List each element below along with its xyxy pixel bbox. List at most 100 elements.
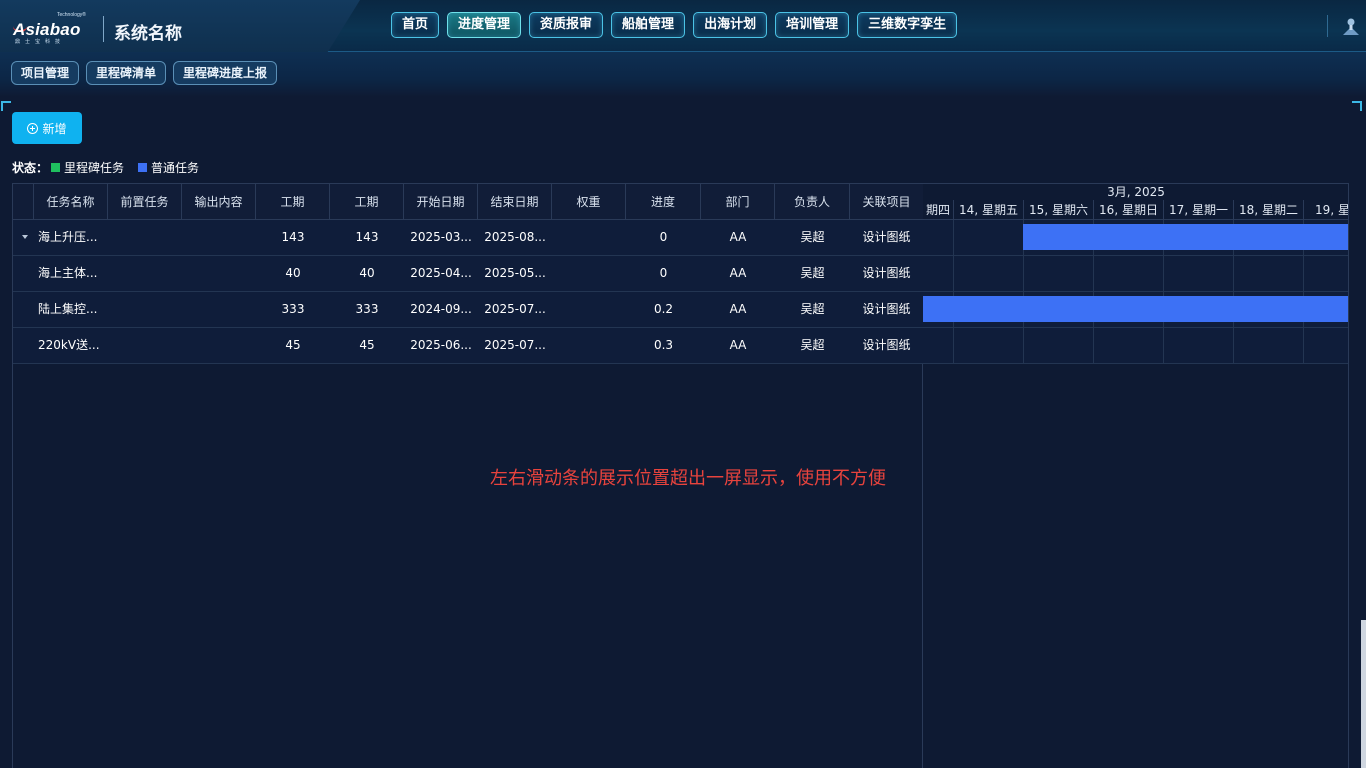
gantt-day-label: 19, 星期	[1303, 200, 1348, 220]
cell-name: 220kV送...	[38, 338, 100, 352]
gantt-gridline	[1233, 256, 1234, 291]
cell-d1: 45	[285, 338, 301, 352]
cell-owner: 吴超	[800, 266, 825, 280]
logo-tech-text: Technology®	[57, 12, 86, 18]
cell-progress: 0.3	[653, 338, 674, 352]
gantt-gridline	[953, 328, 954, 363]
header-start-date[interactable]: 开始日期	[404, 184, 478, 220]
logo-word: Asiabao	[13, 20, 81, 39]
cell-d2: 143	[355, 230, 379, 244]
gantt-day-label: 15, 星期六	[1023, 200, 1093, 220]
user-avatar-icon[interactable]	[1340, 16, 1362, 38]
legend-milestone-label: 里程碑任务	[64, 161, 125, 175]
sub-nav: 项目管理 里程碑清单 里程碑进度上报	[11, 61, 278, 85]
nav-training-management[interactable]: 培训管理	[775, 12, 850, 38]
cell-output	[182, 328, 256, 363]
cell-project: 设计图纸	[862, 338, 911, 352]
cell-owner: 吴超	[800, 230, 825, 244]
gantt-gridline	[1303, 328, 1304, 363]
cell-start: 2025-03...	[410, 230, 472, 244]
cell-d2: 40	[359, 266, 375, 280]
subnav-milestone-list[interactable]: 里程碑清单	[86, 61, 167, 85]
frame-corner-top-left	[1, 101, 11, 111]
cell-dept: AA	[729, 230, 747, 244]
header-weight[interactable]: 权重	[552, 184, 626, 220]
table-row[interactable]: 海上升压... 143 143 2025-03... 2025-08... 0 AA 吴超 设计…	[13, 220, 923, 256]
header-output[interactable]: 输出内容	[182, 184, 256, 220]
nav-sea-plan[interactable]: 出海计划	[693, 12, 768, 38]
cell-weight	[552, 220, 626, 255]
gantt-gridline	[953, 256, 954, 291]
cell-start: 2025-06...	[410, 338, 472, 352]
cell-name: 海上主体...	[38, 266, 98, 280]
cell-end: 2025-08...	[484, 230, 546, 244]
table-row[interactable]: 220kV送... 45 45 2025-06... 2025-07... 0.3 AA 吴超…	[13, 328, 923, 364]
header-owner[interactable]: 负责人	[775, 184, 850, 220]
cell-output	[182, 292, 256, 327]
cell-weight	[552, 256, 626, 291]
subnav-milestone-report[interactable]: 里程碑进度上报	[173, 61, 278, 85]
header-related-project[interactable]: 关联项目	[850, 184, 923, 220]
gantt-task-bar[interactable]	[1023, 224, 1348, 250]
company-logo: Technology® Asiabao 鼎士宝科技	[13, 12, 89, 45]
gantt-gridline	[1163, 328, 1164, 363]
add-button[interactable]: 新增	[12, 112, 82, 144]
normal-swatch	[138, 163, 148, 172]
cell-dept: AA	[729, 338, 747, 352]
add-button-label: 新增	[42, 121, 67, 136]
gantt-gridline	[1303, 256, 1304, 291]
header-progress[interactable]: 进度	[626, 184, 701, 220]
cell-owner: 吴超	[800, 338, 825, 352]
gantt-chart[interactable]: 3月, 2025 期四 14, 星期五 15, 星期六 16, 星期日 17, 星期一 1…	[923, 183, 1349, 768]
table-row[interactable]: 陆上集控... 333 333 2024-09... 2025-07... 0.2 AA 吴超…	[13, 292, 923, 328]
subnav-project-management[interactable]: 项目管理	[11, 61, 80, 85]
gantt-row	[923, 220, 1348, 256]
header-duration-2[interactable]: 工期	[330, 184, 404, 220]
gantt-day-label: 期四	[925, 203, 950, 217]
nav-progress-management[interactable]: 进度管理	[447, 12, 522, 38]
header-task-name[interactable]: 任务名称	[34, 184, 108, 220]
nav-digital-twin[interactable]: 三维数字孪生	[857, 12, 958, 38]
gantt-day-label: 16, 星期日	[1093, 200, 1163, 220]
cell-pre	[108, 256, 182, 291]
cell-output	[182, 256, 256, 291]
cell-d2: 333	[355, 302, 379, 316]
gantt-day-label: 17, 星期一	[1163, 200, 1233, 220]
gantt-task-bar[interactable]	[923, 296, 1348, 322]
gantt-gridline	[1093, 256, 1094, 291]
cell-d1: 40	[285, 266, 301, 280]
gantt-row	[923, 292, 1348, 328]
gantt-day-label: 14, 星期五	[953, 200, 1023, 220]
nav-home[interactable]: 首页	[391, 12, 440, 38]
logo-subtext: 鼎士宝科技	[15, 39, 66, 45]
nav-vessel-management[interactable]: 船舶管理	[611, 12, 686, 38]
header-predecessor[interactable]: 前置任务	[108, 184, 182, 220]
status-legend: 状态： 里程碑任务 普通任务	[12, 159, 213, 176]
cell-project: 设计图纸	[862, 302, 911, 316]
header-duration-1[interactable]: 工期	[256, 184, 330, 220]
header-expand-col	[13, 184, 34, 220]
system-name: 系统名称	[114, 24, 182, 44]
cell-d2: 45	[359, 338, 375, 352]
expand-caret-icon[interactable]	[22, 235, 28, 239]
cell-project: 设计图纸	[862, 266, 911, 280]
plus-circle-icon	[27, 122, 39, 134]
header-end-date[interactable]: 结束日期	[478, 184, 552, 220]
gantt-gridline	[1093, 328, 1094, 363]
cell-weight	[552, 292, 626, 327]
top-nav: 首页 进度管理 资质报审 船舶管理 出海计划 培训管理 三维数字孪生	[391, 12, 958, 38]
gantt-day-header: 期四 14, 星期五 15, 星期六 16, 星期日 17, 星期一 18, 星期二 19,…	[923, 200, 1348, 220]
cell-end: 2025-07...	[484, 338, 546, 352]
gantt-day-label: 18, 星期二	[1233, 200, 1303, 220]
frame-corner-top-right	[1352, 101, 1362, 111]
gantt-month: 3月, 2025	[923, 183, 1348, 200]
table-row[interactable]: 海上主体... 40 40 2025-04... 2025-05... 0 AA 吴超 设计图纸	[13, 256, 923, 292]
cell-d1: 333	[281, 302, 305, 316]
cell-progress: 0	[659, 230, 668, 244]
review-annotation: 左右滑动条的展示位置超出一屏显示，使用不方便	[490, 468, 886, 489]
cell-pre	[108, 292, 182, 327]
nav-qualification-review[interactable]: 资质报审	[529, 12, 604, 38]
vertical-scrollbar[interactable]	[1361, 620, 1366, 768]
header-department[interactable]: 部门	[701, 184, 775, 220]
cell-project: 设计图纸	[862, 230, 911, 244]
